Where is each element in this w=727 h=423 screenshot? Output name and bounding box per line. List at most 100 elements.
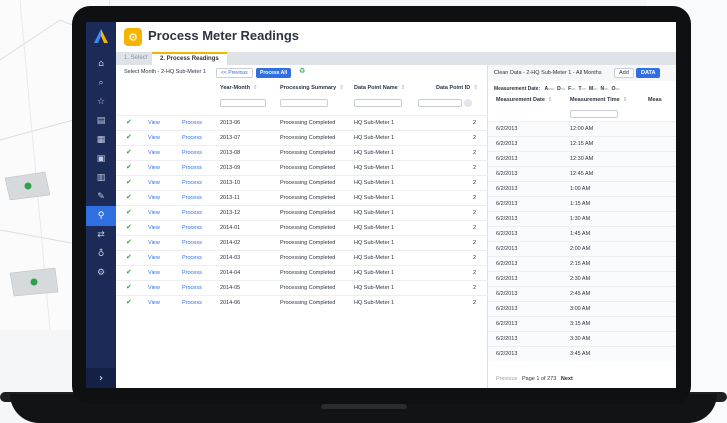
meter-icon[interactable]: ⚲ <box>86 206 116 226</box>
table-row[interactable]: ✔ View Process 2013-06 Processing Completed H… <box>116 115 488 130</box>
process-link[interactable]: Process <box>182 210 202 216</box>
col-header-measurement-more[interactable]: Meas <box>648 97 662 103</box>
sort-icon[interactable]: ⇕ <box>623 97 628 103</box>
process-all-button[interactable]: Process All <box>256 68 292 78</box>
table-row[interactable]: 6/2/2013 12:30 AM <box>488 151 676 166</box>
table-row[interactable]: 6/2/2013 3:45 AM <box>488 346 676 361</box>
process-link[interactable]: Process <box>182 165 202 171</box>
add-button[interactable]: Add <box>614 68 634 78</box>
sort-icon[interactable]: ⇕ <box>473 85 478 91</box>
table-row[interactable]: 6/2/2013 1:00 AM <box>488 181 676 196</box>
process-link[interactable]: Process <box>182 225 202 231</box>
table-row[interactable]: ✔ View Process 2013-07 Processing Completed H… <box>116 130 488 145</box>
table-row[interactable]: ✔ View Process 2013-11 Processing Completed H… <box>116 190 488 205</box>
process-link[interactable]: Process <box>182 180 202 186</box>
process-link[interactable]: Process <box>182 120 202 126</box>
table-row[interactable]: ✔ View Process 2013-09 Processing Completed H… <box>116 160 488 175</box>
processing-summary-cell: Processing Completed <box>280 195 336 201</box>
sort-icon[interactable]: ⇕ <box>253 85 258 91</box>
clipboard-icon[interactable]: ▥ <box>86 168 116 188</box>
process-link[interactable]: Process <box>182 150 202 156</box>
view-link[interactable]: View <box>148 135 160 141</box>
view-link[interactable]: View <box>148 150 160 156</box>
view-link[interactable]: View <box>148 240 160 246</box>
table-row[interactable]: 6/2/2013 2:00 AM <box>488 241 676 256</box>
chart-icon[interactable]: ▦ <box>86 130 116 150</box>
buildings-icon[interactable]: ▤ <box>86 111 116 131</box>
lightbulb-icon[interactable]: ♁ <box>86 244 116 264</box>
view-link[interactable]: View <box>148 270 160 276</box>
view-link[interactable]: View <box>148 165 160 171</box>
table-row[interactable]: 6/2/2013 12:00 AM <box>488 121 676 136</box>
table-row[interactable]: 6/2/2013 12:45 AM <box>488 166 676 181</box>
table-row[interactable]: 6/2/2013 1:45 AM <box>488 226 676 241</box>
table-row[interactable]: 6/2/2013 3:00 AM <box>488 301 676 316</box>
process-link[interactable]: Process <box>182 195 202 201</box>
dp-id-filter-input[interactable] <box>418 99 462 107</box>
view-link[interactable]: View <box>148 180 160 186</box>
table-row[interactable]: ✔ View Process 2014-03 Processing Completed H… <box>116 250 488 265</box>
view-link[interactable]: View <box>148 300 160 306</box>
sort-icon[interactable]: ⇕ <box>548 97 553 103</box>
view-link[interactable]: View <box>148 195 160 201</box>
process-link[interactable]: Process <box>182 300 202 306</box>
table-row[interactable]: ✔ View Process 2014-01 Processing Completed H… <box>116 220 488 235</box>
table-row[interactable]: ✔ View Process 2014-04 Processing Completed H… <box>116 265 488 280</box>
table-row[interactable]: ✔ View Process 2013-12 Processing Completed H… <box>116 205 488 220</box>
col-header-year-month[interactable]: Year-Month ⇕ <box>220 85 258 95</box>
col-header-measurement-date[interactable]: Measurement Date ⇕ <box>496 97 553 103</box>
table-row[interactable]: 6/2/2013 12:15 AM <box>488 136 676 151</box>
table-row[interactable]: ✔ View Process 2014-06 Processing Completed H… <box>116 295 488 310</box>
measurement-time-cell: 12:30 AM <box>570 156 594 162</box>
table-row[interactable]: ✔ View Process 2013-10 Processing Completed H… <box>116 175 488 190</box>
transfer-icon[interactable]: ⇄ <box>86 225 116 245</box>
table-row[interactable]: 6/2/2013 2:45 AM <box>488 286 676 301</box>
col-header-data-point-name[interactable]: Data Point Name ⇕ <box>354 85 405 95</box>
view-link[interactable]: View <box>148 210 160 216</box>
dp-name-filter-input[interactable] <box>354 99 402 107</box>
wrench-icon[interactable]: ✎ <box>86 187 116 207</box>
sort-icon[interactable]: ⇕ <box>339 85 344 91</box>
sort-icon[interactable]: ⇕ <box>401 85 406 91</box>
table-row[interactable]: 6/2/2013 2:15 AM <box>488 256 676 271</box>
settings-icon[interactable]: ⚙ <box>86 263 116 283</box>
summary-filter-input[interactable] <box>280 99 328 107</box>
tab-select[interactable]: 1. Select <box>116 52 155 65</box>
process-link[interactable]: Process <box>182 285 202 291</box>
home-icon[interactable]: ⌂ <box>86 54 116 74</box>
document-icon[interactable]: ▣ <box>86 149 116 169</box>
table-row[interactable]: 6/2/2013 3:15 AM <box>488 316 676 331</box>
star-icon[interactable]: ☆ <box>86 92 116 112</box>
measurement-time-cell: 2:15 AM <box>570 261 591 267</box>
process-link[interactable]: Process <box>182 240 202 246</box>
table-row[interactable]: ✔ View Process 2013-08 Processing Completed H… <box>116 145 488 160</box>
table-row[interactable]: ✔ View Process 2014-02 Processing Completed H… <box>116 235 488 250</box>
data-button[interactable]: DATA <box>636 68 661 78</box>
previous-button[interactable]: << Previous <box>216 68 253 78</box>
refresh-icon[interactable]: ♻ <box>299 67 305 75</box>
next-page-link[interactable]: Next <box>561 376 573 382</box>
year-month-filter-input[interactable] <box>220 99 266 107</box>
measurement-time-filter-input[interactable] <box>570 110 618 118</box>
table-row[interactable]: 6/2/2013 3:30 AM <box>488 331 676 346</box>
col-header-measurement-time[interactable]: Measurement Time ⇕ <box>570 97 627 103</box>
process-link[interactable]: Process <box>182 135 202 141</box>
tab-process-readings[interactable]: 2. Process Readings <box>152 52 227 65</box>
view-link[interactable]: View <box>148 255 160 261</box>
process-link[interactable]: Process <box>182 270 202 276</box>
table-row[interactable]: ✔ View Process 2014-05 Processing Completed H… <box>116 280 488 295</box>
process-link[interactable]: Process <box>182 255 202 261</box>
view-link[interactable]: View <box>148 225 160 231</box>
clear-filter-icon[interactable] <box>464 99 472 107</box>
table-row[interactable]: 6/2/2013 1:30 AM <box>488 211 676 226</box>
col-header-processing-summary[interactable]: Processing Summary ⇕ <box>280 85 344 95</box>
previous-page-link[interactable]: Previous <box>496 376 517 382</box>
table-row[interactable]: 6/2/2013 2:30 AM <box>488 271 676 286</box>
table-row[interactable]: 6/2/2013 1:15 AM <box>488 196 676 211</box>
app-logo-icon[interactable] <box>93 28 109 44</box>
search-icon[interactable]: ⌕ <box>86 73 116 93</box>
view-link[interactable]: View <box>148 285 160 291</box>
sidebar-expand-button[interactable]: › <box>86 368 116 388</box>
view-link[interactable]: View <box>148 120 160 126</box>
col-header-data-point-id[interactable]: Data Point ID ⇕ <box>436 85 478 95</box>
